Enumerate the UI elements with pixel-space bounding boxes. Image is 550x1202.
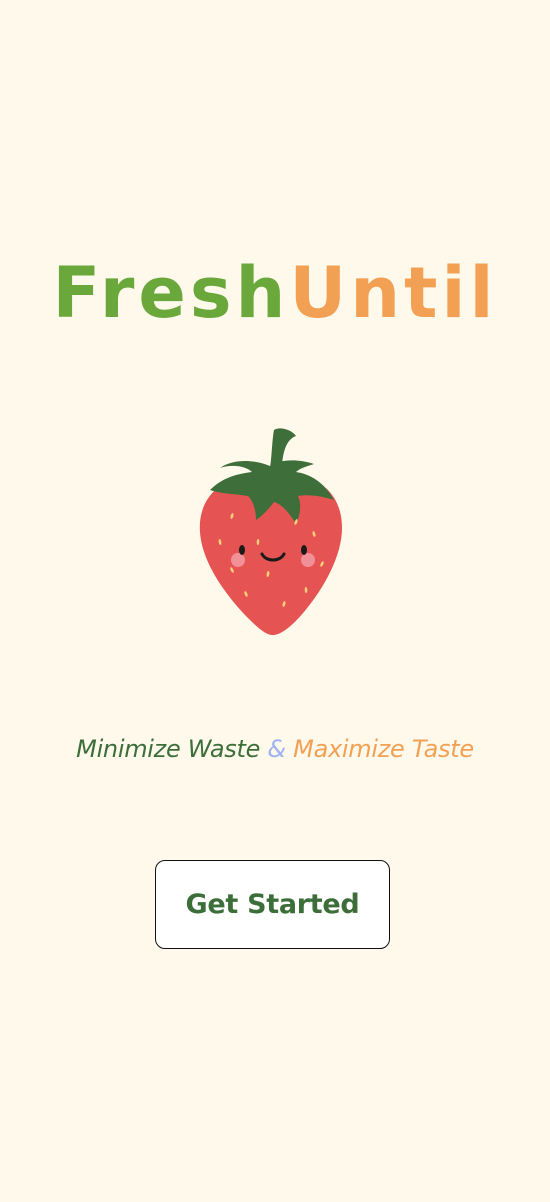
- logo-text-fresh: Fresh: [52, 252, 290, 334]
- get-started-button[interactable]: Get Started: [155, 860, 390, 949]
- logo-text-until: Until: [289, 252, 498, 334]
- app-logo: FreshUntil: [0, 250, 550, 336]
- tagline-ampersand: &: [267, 735, 286, 763]
- strawberry-mascot-image: [199, 428, 342, 636]
- tagline-part-2: Maximize Taste: [293, 735, 474, 763]
- tagline: Minimize Waste & Maximize Taste: [0, 730, 550, 768]
- welcome-screen: FreshUntil Minimize Waste & Maximize Tas…: [0, 0, 550, 1202]
- tagline-part-1: Minimize Waste: [76, 735, 261, 763]
